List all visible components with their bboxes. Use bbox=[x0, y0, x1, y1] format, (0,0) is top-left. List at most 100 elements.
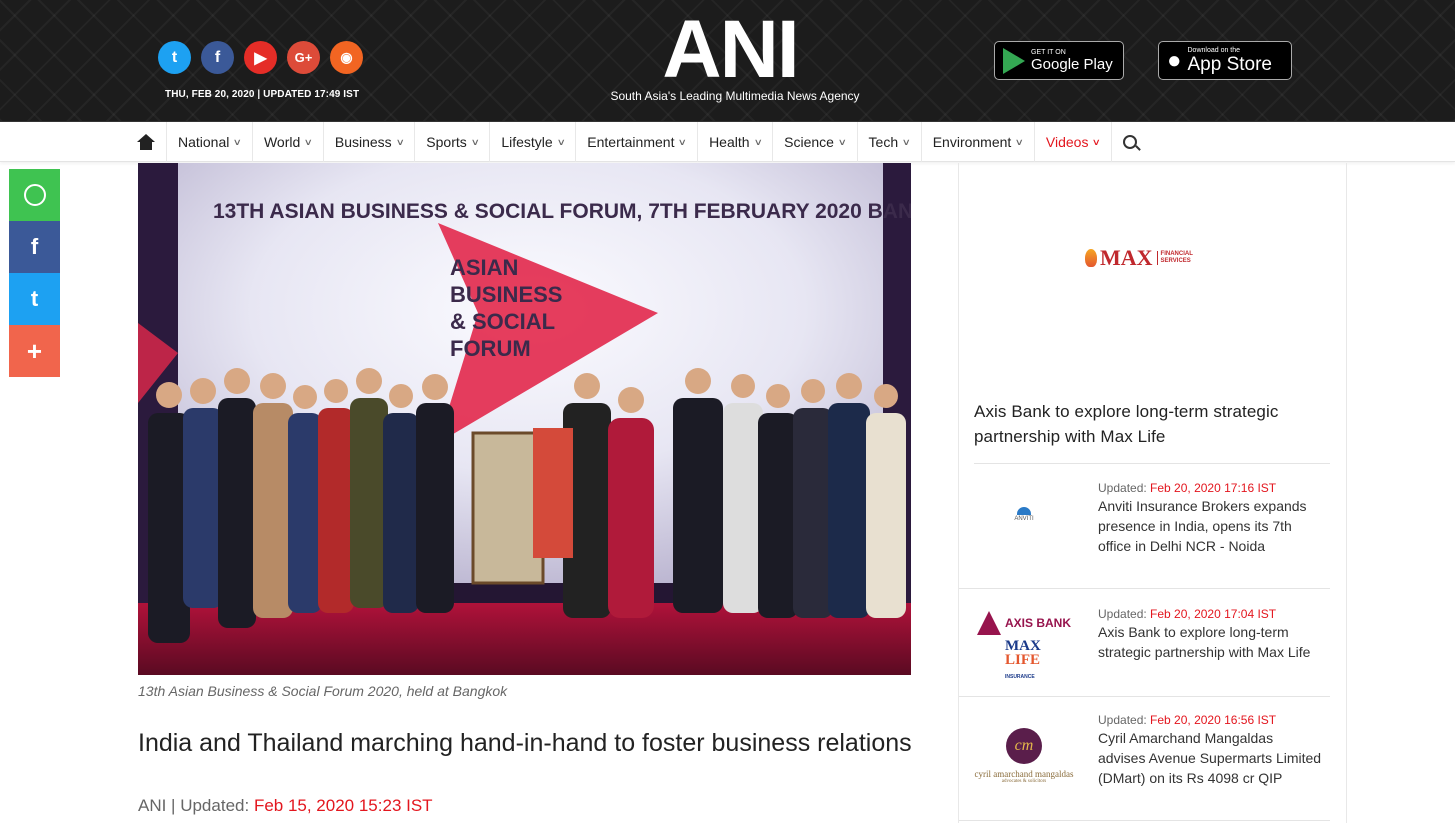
whatsapp-icon bbox=[23, 184, 46, 206]
nav-sports[interactable]: Sports ∨ bbox=[414, 122, 489, 162]
news-title[interactable]: Axis Bank to explore long-term strategic… bbox=[1098, 622, 1323, 662]
app-store-label: App Store bbox=[1187, 53, 1273, 75]
twitter-icon: t bbox=[30, 286, 39, 311]
nav-home[interactable] bbox=[126, 122, 166, 162]
facebook-share-button[interactable]: f bbox=[9, 221, 60, 273]
anviti-logo: ANVITI bbox=[969, 479, 1079, 549]
nav-world[interactable]: World ∨ bbox=[251, 122, 323, 162]
feature-headline-link[interactable]: Axis Bank to explore long-term strategic… bbox=[974, 399, 1324, 449]
nav-environment[interactable]: Environment ∨ bbox=[920, 122, 1034, 162]
axis-bank-text: AXIS BANK bbox=[1004, 615, 1071, 630]
news-title[interactable]: Anviti Insurance Brokers expands presenc… bbox=[1098, 496, 1323, 556]
axis-bank-mark-icon bbox=[976, 610, 1001, 635]
max-sub2: SERVICES bbox=[1160, 258, 1191, 264]
updated-date: Feb 20, 2020 17:04 IST bbox=[1150, 607, 1277, 621]
nav-business[interactable]: Business ∨ bbox=[322, 122, 414, 162]
byline-prefix: ANI | Updated: bbox=[138, 796, 250, 815]
home-icon bbox=[137, 134, 155, 150]
anviti-mark-icon bbox=[1017, 506, 1031, 515]
chevron-down-icon: ∨ bbox=[470, 136, 480, 147]
nav-label: Health bbox=[709, 134, 750, 150]
news-meta: Updated: Feb 20, 2020 17:16 IST bbox=[1098, 481, 1318, 496]
news-meta: Updated: Feb 20, 2020 17:04 IST bbox=[1098, 607, 1318, 622]
news-meta: Updated: Feb 20, 2020 16:56 IST bbox=[1098, 713, 1318, 728]
hero-image[interactable]: 13TH ASIAN BUSINESS & SOCIAL FORUM, 7TH … bbox=[138, 163, 911, 675]
updated-date: Feb 20, 2020 16:56 IST bbox=[1150, 713, 1277, 727]
news-item[interactable]: cm cyril amarchand mangaldas advocates &… bbox=[959, 697, 1330, 821]
nav-label: Lifestyle bbox=[501, 134, 553, 150]
nav-science[interactable]: Science ∨ bbox=[772, 122, 856, 162]
social-links: t f ▶ G+ ◉ bbox=[158, 41, 363, 74]
nav-label: Entertainment bbox=[587, 134, 675, 150]
twitter-share-button[interactable]: t bbox=[9, 273, 60, 325]
ani-logo[interactable]: ANI bbox=[660, 9, 800, 91]
chevron-down-icon: ∨ bbox=[233, 136, 243, 147]
more-share-button[interactable]: + bbox=[9, 325, 60, 377]
header-band: t f ▶ G+ ◉ THU, FEB 20, 2020 | UPDATED 1… bbox=[0, 0, 1455, 122]
facebook-icon: f bbox=[30, 234, 39, 259]
nav-label: Videos bbox=[1045, 134, 1089, 150]
nav-national[interactable]: National ∨ bbox=[166, 122, 252, 162]
byline: ANI | Updated: Feb 15, 2020 15:23 IST bbox=[138, 796, 433, 816]
chevron-down-icon: ∨ bbox=[1092, 136, 1102, 147]
chevron-down-icon: ∨ bbox=[901, 136, 912, 147]
nav-tech[interactable]: Tech ∨ bbox=[856, 122, 921, 162]
hero-logo-line: & SOCIAL bbox=[450, 309, 555, 334]
tagline: South Asia's Leading Multimedia News Age… bbox=[610, 89, 860, 103]
news-title[interactable]: Cyril Amarchand Mangaldas advises Avenue… bbox=[1098, 728, 1323, 788]
dateline: THU, FEB 20, 2020 | UPDATED 17:49 IST bbox=[165, 89, 360, 100]
nav-label: Business bbox=[334, 134, 392, 150]
whatsapp-share-button[interactable] bbox=[9, 169, 60, 221]
axis-max-logo: AXIS BANK MAX LIFE INSURANCE bbox=[969, 607, 1079, 687]
apple-icon: ● bbox=[1167, 46, 1182, 74]
updated-label: Updated: bbox=[1098, 607, 1147, 621]
google-play-icon bbox=[1003, 47, 1025, 74]
share-bar: f t + bbox=[9, 169, 60, 377]
facebook-icon[interactable]: f bbox=[201, 41, 234, 74]
hero-logo-line: FORUM bbox=[450, 336, 531, 361]
youtube-icon[interactable]: ▶ bbox=[244, 41, 277, 74]
max-life-life: LIFE bbox=[1004, 651, 1040, 668]
nav-search[interactable] bbox=[1111, 122, 1148, 162]
chevron-down-icon: ∨ bbox=[556, 136, 566, 147]
nav-label: Science bbox=[784, 134, 834, 150]
image-caption: 13th Asian Business & Social Forum 2020,… bbox=[138, 683, 508, 699]
main-nav: National ∨ World ∨ Business ∨ Sports ∨ Lifes… bbox=[0, 122, 1455, 162]
news-item[interactable]: ANVITI Updated: Feb 20, 2020 17:16 IST A… bbox=[959, 464, 1330, 589]
plus-icon: + bbox=[26, 335, 43, 366]
byline-date: Feb 15, 2020 15:23 IST bbox=[253, 796, 433, 815]
cam-mark-icon: cm bbox=[1006, 728, 1042, 764]
chevron-down-icon: ∨ bbox=[1014, 136, 1025, 147]
hero-banner-text: 13TH ASIAN BUSINESS & SOCIAL FORUM, 7TH … bbox=[213, 200, 911, 223]
max-life-text: MAX LIFE INSURANCE bbox=[1004, 638, 1041, 684]
nav-label: Tech bbox=[868, 134, 899, 150]
article-headline: India and Thailand marching hand-in-hand… bbox=[138, 729, 912, 757]
chevron-down-icon: ∨ bbox=[303, 136, 314, 147]
google-plus-icon[interactable]: G+ bbox=[287, 41, 320, 74]
nav-health[interactable]: Health ∨ bbox=[697, 122, 772, 162]
nav-videos[interactable]: Videos ∨ bbox=[1033, 122, 1111, 162]
rss-icon[interactable]: ◉ bbox=[330, 41, 363, 74]
app-store-button[interactable]: ● Download on the App Store bbox=[1158, 41, 1292, 80]
anviti-logo-text: ANVITI bbox=[1014, 515, 1034, 522]
twitter-icon[interactable]: t bbox=[158, 41, 191, 74]
chevron-down-icon: ∨ bbox=[837, 136, 847, 147]
google-play-button[interactable]: GET IT ON Google Play bbox=[994, 41, 1124, 80]
news-item[interactable]: AXIS BANK MAX LIFE INSURANCE Updated: Fe… bbox=[959, 589, 1330, 697]
max-life-insurance: INSURANCE bbox=[1004, 673, 1035, 680]
cam-logo-sub: advocates & solicitors bbox=[1001, 779, 1047, 784]
chevron-down-icon: ∨ bbox=[753, 136, 763, 147]
nav-label: National bbox=[178, 134, 230, 150]
hero-photo: 13TH ASIAN BUSINESS & SOCIAL FORUM, 7TH … bbox=[138, 163, 911, 675]
updated-label: Updated: bbox=[1098, 481, 1147, 495]
cam-logo-name: cyril amarchand mangaldas bbox=[974, 769, 1074, 779]
nav-label: Sports bbox=[426, 134, 467, 150]
nav-entertainment[interactable]: Entertainment ∨ bbox=[575, 122, 697, 162]
hero-logo-line: ASIAN bbox=[450, 255, 518, 280]
updated-label: Updated: bbox=[1098, 713, 1147, 727]
max-financial-logo[interactable]: MAX FINANCIAL SERVICES bbox=[1085, 245, 1193, 271]
google-play-label: Google Play bbox=[1031, 55, 1113, 73]
max-sub1: FINANCIAL bbox=[1160, 251, 1193, 257]
hero-logo-line: BUSINESS bbox=[450, 282, 562, 307]
nav-lifestyle[interactable]: Lifestyle ∨ bbox=[489, 122, 575, 162]
